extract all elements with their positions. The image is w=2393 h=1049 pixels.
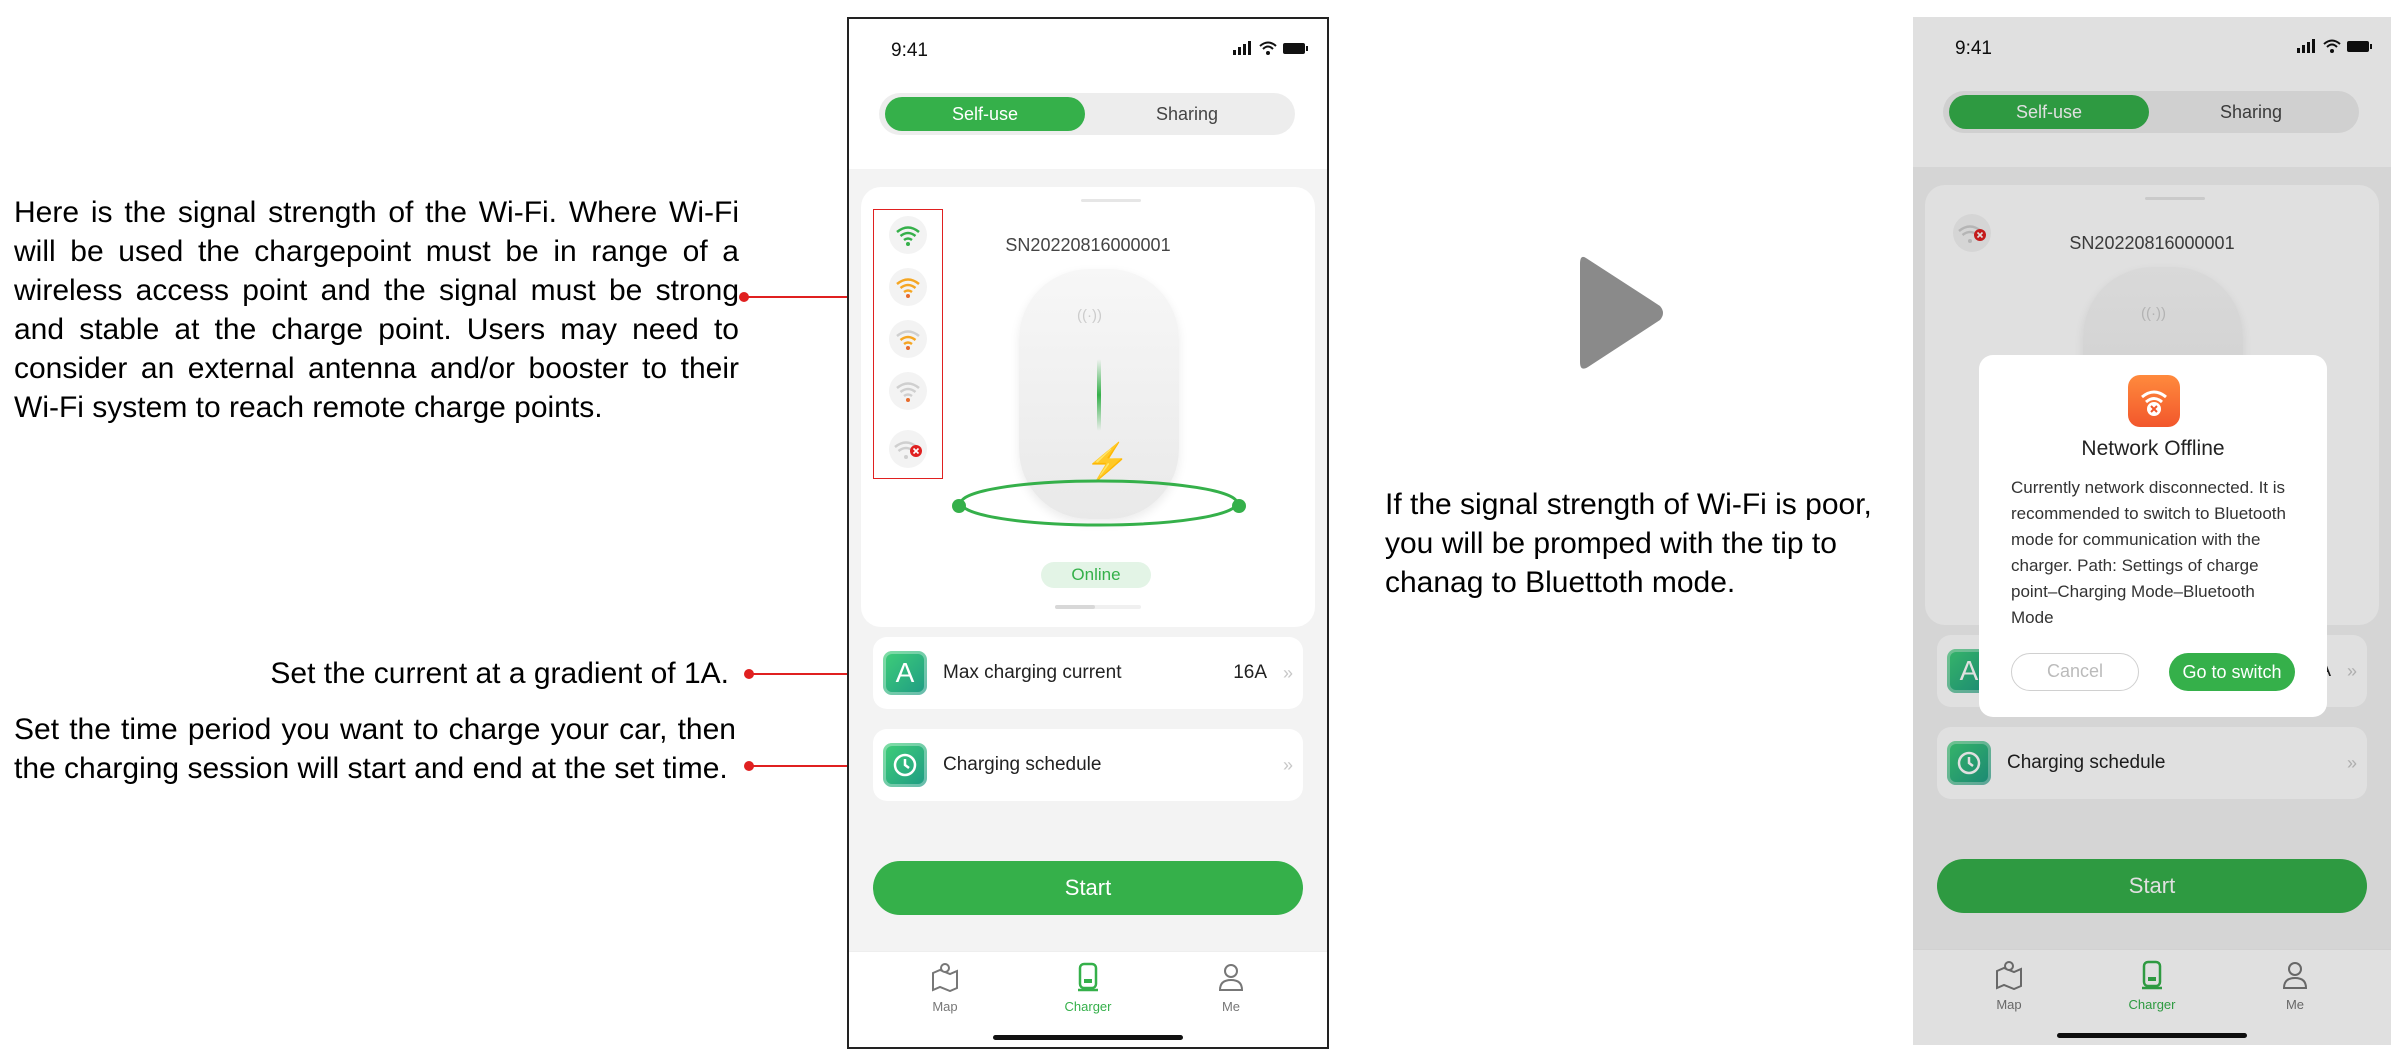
tab-charger-label: Charger — [1064, 999, 1112, 1014]
clock-icon — [883, 743, 927, 787]
dialog-message: Currently network disconnected. It is re… — [2011, 478, 2286, 627]
cellular-signal-icon — [1233, 41, 1251, 55]
battery-icon — [1283, 42, 1308, 54]
charger-card: SN20220816000001 ((·)) ⚡ Online — [861, 187, 1315, 627]
max-current-value: 16A — [1233, 662, 1267, 683]
go-to-switch-button[interactable]: Go to switch — [2169, 653, 2295, 691]
user-icon — [1218, 964, 1244, 991]
max-current-row[interactable]: A Max charging current 16A » — [873, 637, 1303, 709]
bottom-tab-bar: Map Charger Me — [849, 951, 1327, 1047]
tab-self-use[interactable]: Self-use — [885, 97, 1085, 131]
status-time: 9:41 — [891, 40, 928, 61]
wifi-strong-icon — [886, 215, 930, 255]
cancel-button[interactable]: Cancel — [2011, 653, 2139, 691]
home-indicator — [993, 1035, 1183, 1040]
nfc-icon: ((·)) — [1077, 307, 1102, 324]
wifi-disconnected-icon — [886, 429, 930, 469]
annotation-network-offline: If the signal strength of Wi-Fi is poor,… — [1385, 488, 1872, 599]
charging-schedule-label: Charging schedule — [943, 754, 1102, 775]
chevron-right-icon: » — [1282, 755, 1293, 775]
annotation-wifi-strength: Here is the signal strength of the Wi-Fi… — [14, 196, 739, 424]
status-bar: 9:41 — [849, 19, 1327, 81]
annotation-charging-schedule: Set the time period you want to charge y… — [14, 713, 736, 785]
wifi-good-icon — [886, 267, 930, 307]
current-icon: A — [883, 651, 927, 695]
device-status-light — [1097, 359, 1101, 431]
wifi-fair-icon — [886, 319, 930, 359]
start-button[interactable]: Start — [873, 861, 1303, 915]
charger-icon — [1078, 962, 1098, 992]
charging-schedule-row[interactable]: Charging schedule » — [873, 729, 1303, 801]
card-pager — [1055, 605, 1141, 609]
connection-ring — [952, 479, 1246, 527]
mode-segment-area: Self-use Sharing — [849, 81, 1327, 169]
tab-map[interactable]: Map — [905, 962, 985, 1014]
annotation-max-current: Set the current at a gradient of 1A. — [270, 657, 729, 690]
status-badge: Online — [1041, 562, 1151, 588]
phone-screen-main: 9:41 Self-use Sharing SN20220816000001 (… — [847, 17, 1329, 1049]
tab-map-label: Map — [932, 999, 958, 1014]
mode-segment-control: Self-use Sharing — [879, 93, 1295, 135]
network-offline-icon — [2128, 375, 2180, 427]
card-handle — [1081, 199, 1141, 202]
status-icons — [1233, 41, 1309, 55]
max-current-label: Max charging current — [943, 662, 1122, 683]
chevron-right-icon: » — [1282, 663, 1293, 683]
network-offline-dialog: Network Offline Currently network discon… — [1979, 355, 2327, 717]
tab-me[interactable]: Me — [1191, 962, 1271, 1014]
dialog-title: Network Offline — [2081, 437, 2225, 460]
play-arrow-icon — [1580, 256, 1663, 369]
wifi-status-icon — [1259, 41, 1277, 55]
wifi-weak-icon — [886, 371, 930, 411]
map-icon — [932, 963, 958, 993]
tab-charger[interactable]: Charger — [1048, 962, 1128, 1014]
tab-sharing[interactable]: Sharing — [1087, 97, 1287, 131]
tab-me-label: Me — [1221, 999, 1241, 1014]
phone-screen-offline: 9:41 Self-use Sharing SN20220816000001 (… — [1913, 17, 2391, 1045]
